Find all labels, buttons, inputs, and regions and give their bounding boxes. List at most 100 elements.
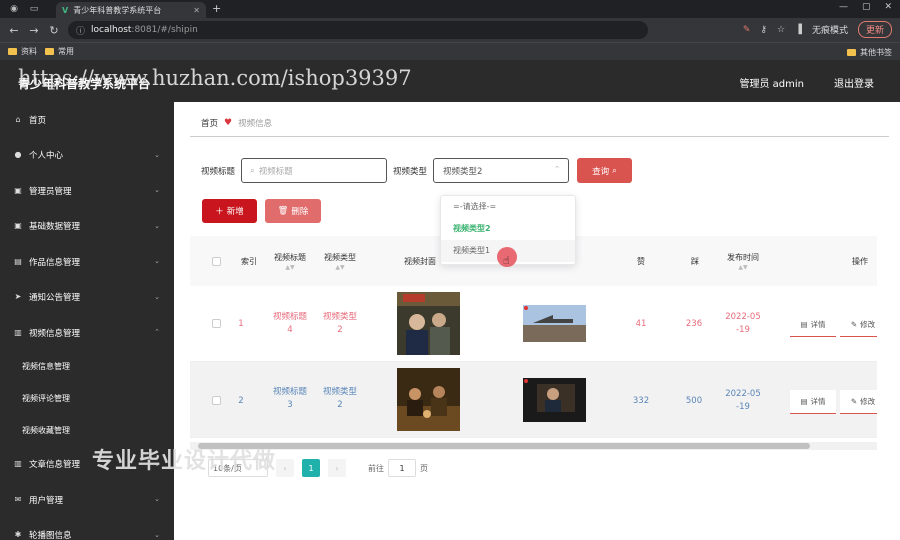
bookmark-label: 资料 bbox=[21, 47, 37, 56]
heart-icon: ♥ bbox=[224, 118, 233, 128]
sidebar-subitem-video-info[interactable]: 视频信息管理 bbox=[0, 351, 174, 383]
video-cover-image[interactable] bbox=[397, 292, 460, 355]
dropdown-option-none[interactable]: =-请选择-= bbox=[441, 196, 575, 218]
edit-button[interactable]: ✎ 修改 bbox=[840, 313, 877, 337]
header-label: 操作 bbox=[852, 256, 868, 266]
watermark-url: https://www.huzhan.com/ishop39397 bbox=[18, 66, 412, 90]
header-index[interactable]: 索引 bbox=[232, 236, 266, 286]
title-search-input[interactable]: ⌕ 视频标题 bbox=[241, 158, 388, 183]
app-header: 青少年科普教学系统平台 https://www.huzhan.com/ishop… bbox=[0, 60, 900, 102]
new-tab-icon[interactable]: + bbox=[212, 2, 221, 15]
star-icon[interactable]: ☆ bbox=[777, 25, 785, 35]
row-type-line: 视频类型 bbox=[322, 312, 357, 322]
type-filter-label: 视频类型 bbox=[393, 166, 428, 177]
query-button[interactable]: 查询 ⌕ bbox=[577, 158, 633, 183]
sidebar-subitem-video-collect[interactable]: 视频收藏管理 bbox=[0, 415, 174, 447]
video-thumbnail[interactable] bbox=[523, 378, 586, 422]
sidebar-item-label: 用户管理 bbox=[29, 495, 64, 506]
sidebar-item-label: 基础数据管理 bbox=[29, 222, 81, 233]
sidebar-item-admin[interactable]: ▣ 管理员管理 ⌄ bbox=[0, 173, 174, 209]
select-all-checkbox[interactable] bbox=[212, 257, 221, 266]
video-cover-image[interactable] bbox=[397, 368, 460, 431]
row-title-line: 视频标题 bbox=[272, 312, 307, 322]
sidebar-subitem-video-comment[interactable]: 视频评论管理 bbox=[0, 383, 174, 415]
sort-icon[interactable]: ▲▼ bbox=[738, 264, 747, 271]
plus-icon: ＋ bbox=[215, 207, 224, 217]
sidebar-item-home[interactable]: ⌂ 首页 bbox=[0, 102, 174, 138]
row-checkbox[interactable] bbox=[212, 396, 221, 405]
sidebar-item-profile[interactable]: ● 个人中心 ⌄ bbox=[0, 138, 174, 174]
maximize-icon[interactable]: ▢ bbox=[862, 2, 871, 12]
breadcrumb-home[interactable]: 首页 bbox=[201, 117, 218, 129]
briefcase-icon: ▣ bbox=[14, 221, 22, 231]
add-button[interactable]: ＋新增 bbox=[202, 199, 257, 223]
row-type: 视频类型 2 bbox=[318, 386, 362, 412]
trash-icon: 🗑 bbox=[277, 206, 289, 216]
main-content: 首页 ♥ 视频信息 视频标题 ⌕ 视频标题 视频类型 视频类型2 ⌃ 查询 ⌕ … bbox=[174, 102, 900, 540]
row-dislikes: 500 bbox=[685, 396, 703, 406]
back-icon[interactable]: ← bbox=[8, 24, 20, 37]
delete-button[interactable]: 🗑 删除 bbox=[265, 199, 321, 223]
header-dislikes[interactable]: 踩 bbox=[682, 236, 708, 286]
dropdown-option-type2[interactable]: 视频类型2 bbox=[441, 218, 575, 240]
query-button-label: 查询 bbox=[592, 166, 610, 177]
header-cover: 视频封面 bbox=[397, 236, 443, 286]
sidebar-item-basedata[interactable]: ▣ 基础数据管理 ⌄ bbox=[0, 209, 174, 245]
bookmark-folder-2[interactable]: 常用 bbox=[45, 46, 74, 57]
window-icon[interactable]: ▭ bbox=[28, 3, 40, 15]
sidebar-item-users[interactable]: ✉ 用户管理 ⌄ bbox=[0, 482, 174, 518]
title-search-placeholder: 视频标题 bbox=[258, 166, 293, 177]
header-date[interactable]: 发布时间 ▲▼ bbox=[719, 236, 767, 286]
logout-link[interactable]: 退出登录 bbox=[834, 75, 874, 90]
reload-icon[interactable]: ↻ bbox=[48, 24, 60, 37]
chevron-down-icon: ⌄ bbox=[154, 292, 160, 301]
globe-icon[interactable]: ◉ bbox=[8, 3, 20, 15]
detail-button[interactable]: ▤ 详情 bbox=[790, 313, 836, 337]
horizontal-scrollbar[interactable] bbox=[190, 442, 877, 450]
current-page-button[interactable]: 1 bbox=[302, 459, 320, 477]
update-button[interactable]: 更新 bbox=[857, 21, 892, 38]
forward-icon[interactable]: → bbox=[28, 24, 40, 37]
bookmark-folder-1[interactable]: 资料 bbox=[8, 46, 37, 57]
browser-tab-title: 青少年科普教学系统平台 bbox=[73, 5, 162, 15]
goto-page-input[interactable]: 1 bbox=[388, 459, 416, 477]
chevron-up-icon: ⌃ bbox=[154, 328, 160, 336]
video-thumbnail[interactable] bbox=[523, 305, 586, 342]
filter-bar: 视频标题 ⌕ 视频标题 视频类型 视频类型2 ⌃ 查询 ⌕ bbox=[201, 158, 633, 183]
header-title[interactable]: 视频标题 ▲▼ bbox=[268, 236, 312, 286]
incognito-label[interactable]: 无痕模式 bbox=[812, 23, 848, 36]
breadcrumb-current: 视频信息 bbox=[238, 119, 273, 129]
translate-icon[interactable]: ✎ bbox=[743, 25, 751, 35]
type-select[interactable]: 视频类型2 ⌃ bbox=[433, 158, 570, 183]
sort-icon[interactable]: ▲▼ bbox=[335, 264, 344, 271]
header-label: 视频类型 bbox=[324, 252, 356, 262]
url-input[interactable]: ⓘ localhost:8081/#/shipin bbox=[68, 21, 648, 39]
key-icon[interactable]: ⚷ bbox=[760, 25, 767, 35]
close-tab-icon[interactable]: ✕ bbox=[193, 6, 200, 15]
sidebar-item-video[interactable]: ▥ 视频信息管理 ⌃ bbox=[0, 315, 174, 351]
header-type[interactable]: 视频类型 ▲▼ bbox=[318, 236, 362, 286]
scrollbar-thumb[interactable] bbox=[198, 443, 810, 449]
row-date-line: 2022-05 bbox=[725, 312, 761, 322]
minimize-icon[interactable]: — bbox=[839, 2, 848, 12]
row-checkbox[interactable] bbox=[212, 319, 221, 328]
prev-page-button[interactable]: ‹ bbox=[276, 459, 294, 477]
row-title-line: 视频标题 bbox=[272, 387, 307, 397]
divider bbox=[190, 136, 889, 137]
next-page-button[interactable]: › bbox=[328, 459, 346, 477]
edit-button[interactable]: ✎ 修改 bbox=[840, 390, 877, 414]
close-window-icon[interactable]: ✕ bbox=[884, 2, 892, 12]
briefcase-icon: ▣ bbox=[14, 185, 22, 195]
detail-button[interactable]: ▤ 详情 bbox=[790, 390, 836, 414]
other-bookmarks[interactable]: 其他书签 bbox=[847, 47, 892, 58]
header-likes[interactable]: 赞 bbox=[628, 236, 654, 286]
browser-tab[interactable]: V 青少年科普教学系统平台 ✕ bbox=[56, 2, 206, 18]
sidebar-item-carousel[interactable]: ✱ 轮播图信息 ⌄ bbox=[0, 518, 174, 540]
sort-icon[interactable]: ▲▼ bbox=[285, 264, 294, 271]
row-type-line: 2 bbox=[337, 400, 343, 410]
sidebar-item-notice[interactable]: ➤ 通知公告管理 ⌄ bbox=[0, 280, 174, 316]
toolbar-right: ✎ ⚷ ☆ ▐ 无痕模式 更新 bbox=[743, 21, 892, 38]
sidepanel-icon[interactable]: ▐ bbox=[795, 25, 802, 35]
sidebar-item-works[interactable]: ▤ 作品信息管理 ⌄ bbox=[0, 244, 174, 280]
page-suffix: 页 bbox=[420, 463, 428, 473]
